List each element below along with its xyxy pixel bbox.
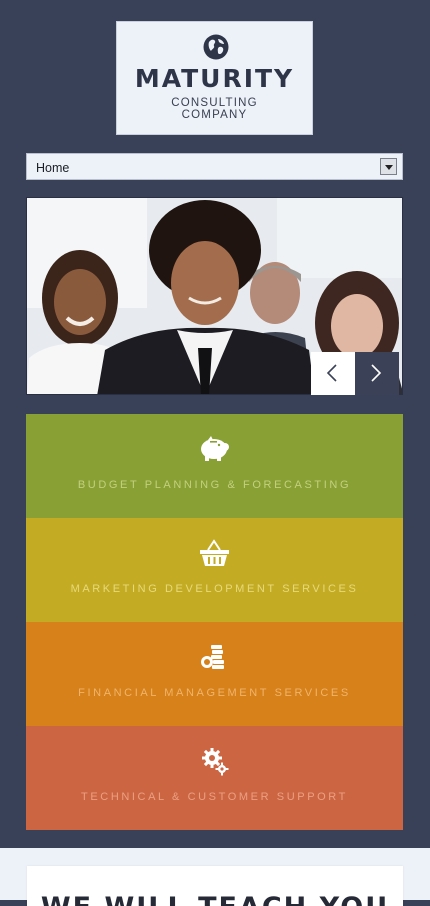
service-marketing-development[interactable]: MARKETING DEVELOPMENT SERVICES bbox=[26, 518, 403, 622]
chevron-left-icon bbox=[326, 364, 337, 382]
service-technical-support[interactable]: TECHNICAL & CUSTOMER SUPPORT bbox=[26, 726, 403, 830]
service-label: MARKETING DEVELOPMENT SERVICES bbox=[70, 583, 359, 595]
brand-name: MATURITY bbox=[134, 64, 295, 93]
slider-prev-button[interactable] bbox=[311, 352, 355, 395]
service-label: FINANCIAL MANAGEMENT SERVICES bbox=[78, 687, 351, 699]
logo[interactable]: MATURITY CONSULTING COMPANY bbox=[116, 21, 313, 135]
navigation-select[interactable]: Home bbox=[26, 153, 403, 180]
chevron-right-icon bbox=[371, 364, 382, 382]
globe-icon bbox=[203, 34, 229, 60]
service-label: BUDGET PLANNING & FORECASTING bbox=[77, 479, 352, 491]
teach-card: WE WILL TEACH YOU bbox=[27, 866, 403, 906]
gears-icon bbox=[202, 748, 229, 776]
navigation-select-value: Home bbox=[36, 161, 70, 175]
service-label: TECHNICAL & CUSTOMER SUPPORT bbox=[81, 791, 348, 803]
chevron-down-icon[interactable] bbox=[380, 158, 397, 175]
service-financial-management[interactable]: FINANCIAL MANAGEMENT SERVICES bbox=[26, 622, 403, 726]
service-budget-planning[interactable]: BUDGET PLANNING & FORECASTING bbox=[26, 414, 403, 518]
shopping-basket-icon bbox=[200, 539, 229, 566]
section-heading: WE WILL TEACH YOU bbox=[27, 892, 403, 906]
slider-next-button[interactable] bbox=[355, 352, 399, 395]
piggy-bank-icon bbox=[201, 436, 229, 461]
coins-icon bbox=[201, 645, 224, 669]
brand-tagline: CONSULTING COMPANY bbox=[171, 97, 258, 121]
